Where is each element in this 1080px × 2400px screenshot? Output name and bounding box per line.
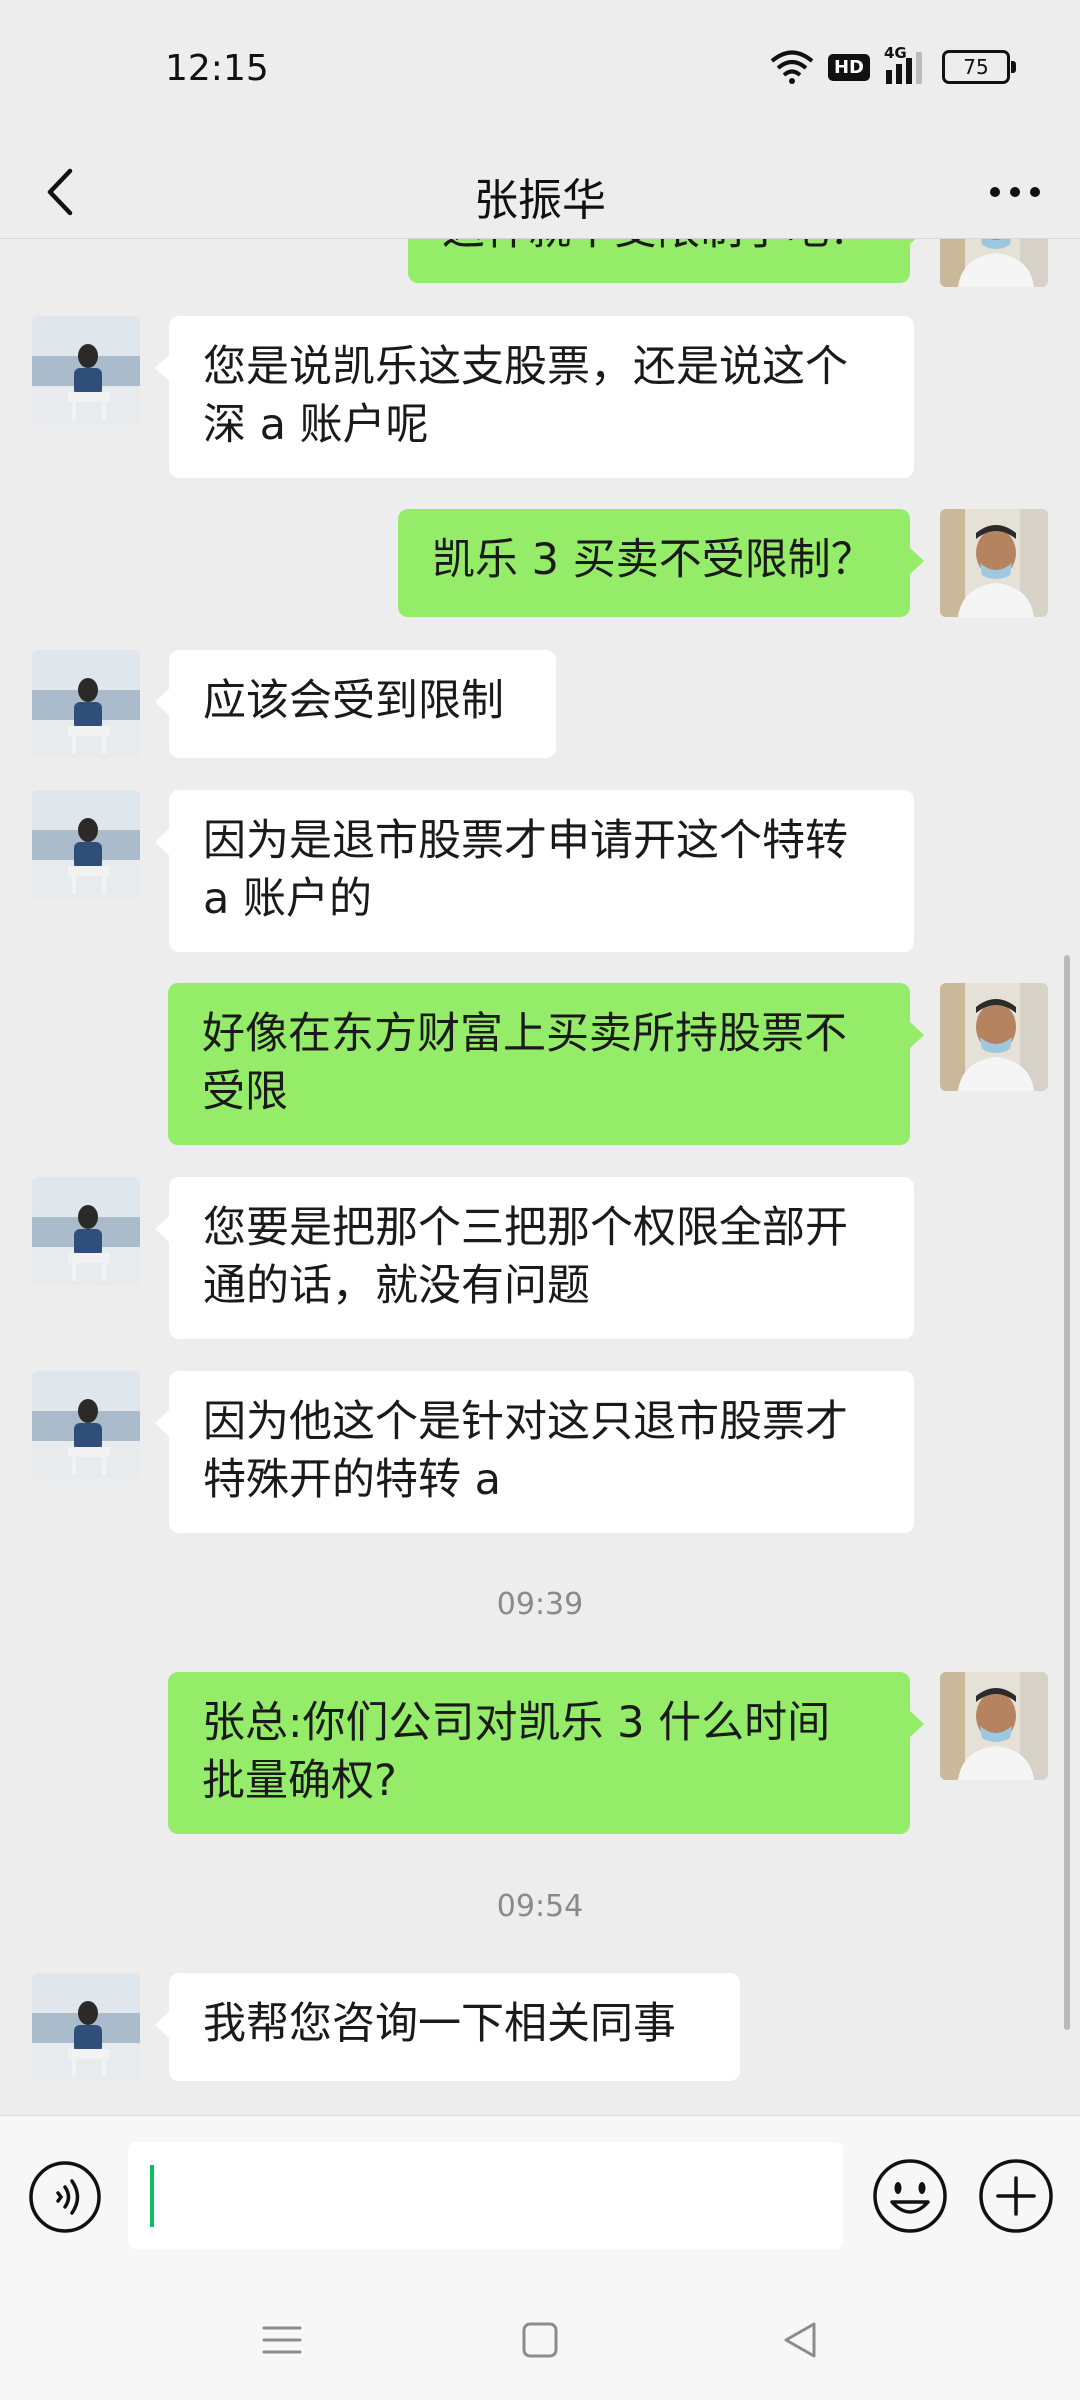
avatar-other[interactable] <box>32 1973 140 2081</box>
avatar-other[interactable] <box>32 1371 140 1479</box>
message-line: a 账户的 <box>203 874 373 924</box>
message-line: 好像在东方财富上买卖所持股票不 <box>202 1009 847 1059</box>
message-bubble-other[interactable]: 因为是退市股票才申请开这个特转 a 账户的 <box>155 790 914 952</box>
battery-level: 75 <box>963 55 989 79</box>
message-input[interactable] <box>128 2142 843 2249</box>
text-caret <box>150 2165 154 2227</box>
status-time: 12:15 <box>165 48 269 89</box>
message-bubble-other[interactable]: 因为他这个是针对这只退市股票才 特殊开的特转 a <box>155 1371 914 1533</box>
chat-header: 张振华 <box>0 140 1080 239</box>
message-line: 通的话，就没有问题 <box>203 1261 590 1311</box>
avatar-self[interactable] <box>940 983 1048 1091</box>
message-line: 因为是退市股票才申请开这个特转 <box>203 816 848 866</box>
more-functions-button[interactable] <box>976 2156 1056 2236</box>
message-bubble-other[interactable]: 您要是把那个三把那个权限全部开 通的话，就没有问题 <box>155 1177 914 1339</box>
avatar-other[interactable] <box>32 1177 140 1285</box>
message-bubble-self[interactable]: 这样就不受限制了吧？ <box>408 239 924 283</box>
message-line: 批量确权? <box>202 1756 397 1806</box>
avatar-other[interactable] <box>32 790 140 898</box>
emoji-button[interactable] <box>870 2156 950 2236</box>
avatar-self[interactable] <box>940 1672 1048 1780</box>
nav-home-button[interactable] <box>510 2310 570 2370</box>
input-bar <box>0 2115 1080 2281</box>
timestamp: 09:39 <box>496 1587 584 1622</box>
signal-icon: 4G <box>884 44 928 84</box>
message-bubble-self[interactable]: 张总:你们公司对凯乐 3 什么时间 批量确权? <box>168 1672 924 1834</box>
menu-icon <box>262 2326 302 2354</box>
voice-button[interactable] <box>28 2160 102 2234</box>
message-bubble-self[interactable]: 凯乐 3 买卖不受限制？ <box>398 509 924 617</box>
plus-icon <box>979 2159 1053 2233</box>
network-type: 4G <box>884 44 907 62</box>
avatar-self[interactable] <box>940 239 1048 287</box>
hd-badge: HD <box>827 53 870 81</box>
avatar-self[interactable] <box>940 509 1048 617</box>
home-square-icon <box>522 2322 558 2358</box>
emoji-icon <box>873 2159 947 2233</box>
message-list[interactable]: 这样就不受限制了吧？ <box>0 239 1080 2114</box>
message-line: 您要是把那个三把那个权限全部开 <box>203 1203 848 1253</box>
message-line: 深 a 账户呢 <box>203 400 429 450</box>
back-triangle-icon <box>784 2322 816 2358</box>
nav-menu-button[interactable] <box>252 2310 312 2370</box>
voice-icon <box>29 2161 101 2233</box>
battery-icon: 75 <box>942 50 1016 84</box>
system-navigation-bar <box>0 2280 1080 2400</box>
message-scrollbar[interactable] <box>1064 955 1070 2030</box>
message-line: 受限 <box>202 1067 288 1117</box>
message-bubble-other[interactable]: 您是说凯乐这支股票，还是说这个 深 a 账户呢 <box>155 316 914 478</box>
timestamp: 09:54 <box>496 1889 584 1924</box>
avatar-other[interactable] <box>32 316 140 424</box>
wifi-icon <box>770 50 814 84</box>
more-button[interactable] <box>980 162 1050 222</box>
message-line: 特殊开的特转 a <box>203 1455 502 1505</box>
avatar-other[interactable] <box>32 650 140 758</box>
message-bubble-other[interactable]: 应该会受到限制 <box>155 650 556 758</box>
status-bar: 12:15 HD 4G 75 <box>0 0 1080 140</box>
message-line: 您是说凯乐这支股票，还是说这个 <box>203 342 848 392</box>
status-icons: HD 4G 75 <box>770 44 1016 84</box>
nav-back-button[interactable] <box>770 2310 830 2370</box>
message-bubble-other[interactable]: 我帮您咨询一下相关同事 <box>155 1973 740 2081</box>
more-dots-icon <box>990 187 1040 197</box>
message-line: 张总:你们公司对凯乐 3 什么时间 <box>202 1698 831 1748</box>
message-line: 因为他这个是针对这只退市股票才 <box>203 1397 848 1447</box>
chat-title: 张振华 <box>474 175 606 226</box>
message-bubble-self[interactable]: 好像在东方财富上买卖所持股票不 受限 <box>168 983 924 1145</box>
